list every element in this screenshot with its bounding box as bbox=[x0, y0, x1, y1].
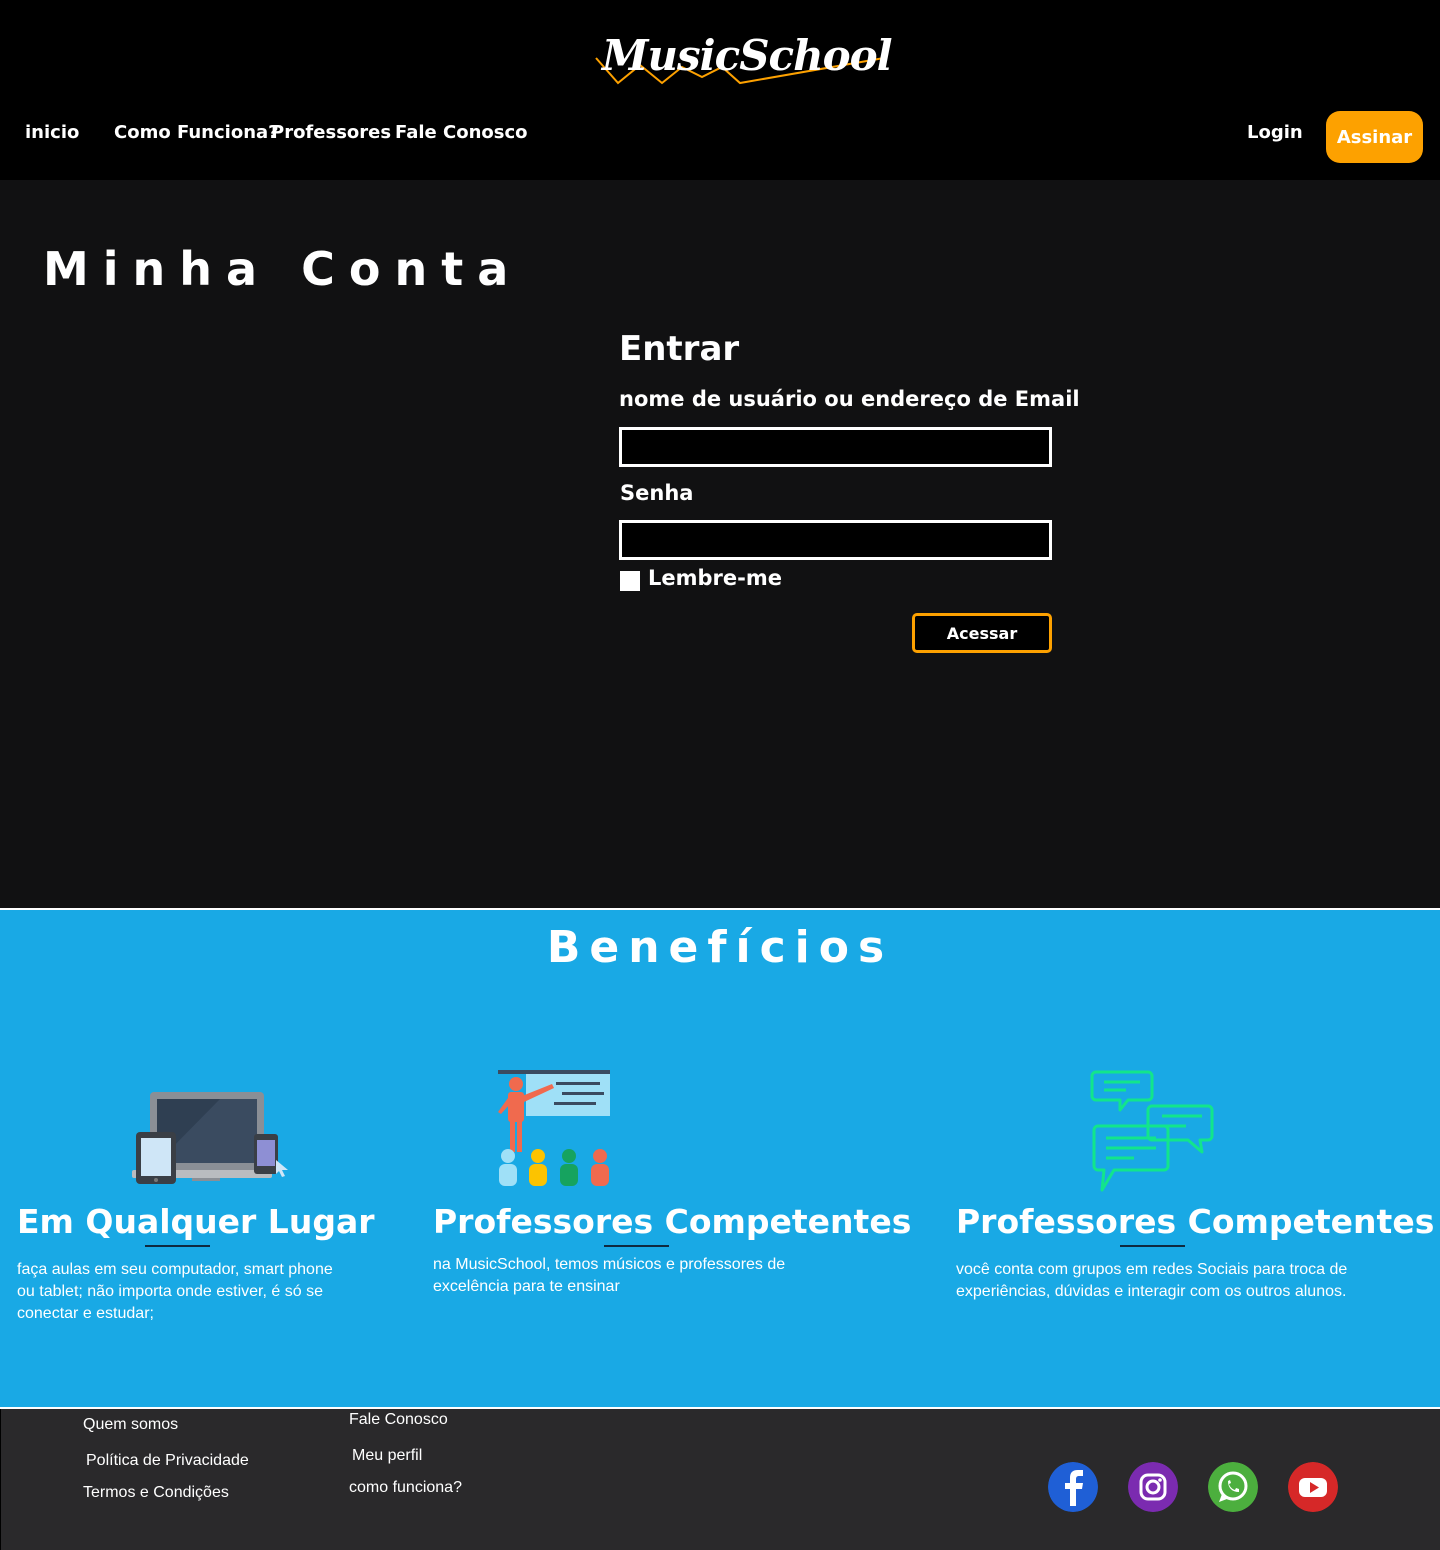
devices-icon bbox=[132, 1092, 288, 1184]
footer-link-quem-somos[interactable]: Quem somos bbox=[83, 1416, 178, 1434]
benefit-heading: Em Qualquer Lugar bbox=[17, 1202, 375, 1241]
benefit-text: você conta com grupos em redes Sociais p… bbox=[956, 1261, 1348, 1300]
subscribe-button[interactable]: Assinar bbox=[1326, 111, 1423, 163]
footer-link-privacidade[interactable]: Política de Privacidade bbox=[86, 1452, 249, 1470]
logo-text: MusicSchool bbox=[602, 31, 893, 80]
facebook-icon[interactable] bbox=[1048, 1462, 1098, 1512]
footer-link-meu-perfil[interactable]: Meu perfil bbox=[352, 1447, 422, 1465]
whatsapp-icon[interactable] bbox=[1208, 1462, 1258, 1512]
chat-bubbles-icon bbox=[1090, 1070, 1214, 1192]
nav-inicio[interactable]: inicio bbox=[25, 122, 79, 143]
username-input[interactable] bbox=[619, 427, 1052, 467]
benefit-heading: Professores Competentes bbox=[956, 1202, 1435, 1241]
benefits-title: Benefícios bbox=[546, 922, 894, 973]
password-input[interactable] bbox=[619, 520, 1052, 560]
nav-fale-conosco[interactable]: Fale Conosco bbox=[395, 122, 528, 143]
youtube-icon[interactable] bbox=[1288, 1462, 1338, 1512]
benefit-text: faça aulas em seu computador, smart phon… bbox=[17, 1261, 333, 1322]
username-label: nome de usuário ou endereço de Email bbox=[619, 387, 1080, 411]
benefit-heading: Professores Competentes bbox=[433, 1202, 912, 1241]
login-submit-button[interactable]: Acessar bbox=[912, 613, 1052, 653]
password-label: Senha bbox=[620, 481, 694, 505]
benefit-underline bbox=[1120, 1245, 1185, 1247]
nav-professores[interactable]: Professores bbox=[271, 122, 391, 143]
footer-link-fale-conosco[interactable]: Fale Conosco bbox=[349, 1411, 448, 1429]
instagram-icon[interactable] bbox=[1128, 1462, 1178, 1512]
benefit-underline bbox=[604, 1245, 669, 1247]
teacher-presentation-icon bbox=[498, 1070, 610, 1186]
page-title: Minha Conta bbox=[43, 242, 523, 296]
benefits-section: Benefícios Em Qualquer Lugar faça aulas … bbox=[0, 910, 1440, 1407]
site-header: MusicSchool inicio Como Funciona? Profes… bbox=[0, 0, 1440, 180]
nav-como-funciona[interactable]: Como Funciona? bbox=[114, 122, 279, 143]
login-link[interactable]: Login bbox=[1247, 122, 1303, 143]
remember-me-label[interactable]: Lembre-me bbox=[648, 566, 782, 590]
account-section: Minha Conta Entrar nome de usuário ou en… bbox=[0, 180, 1440, 908]
site-footer: Quem somos Política de Privacidade Termo… bbox=[0, 1409, 1440, 1550]
benefit-underline bbox=[145, 1245, 210, 1247]
benefit-text: na MusicSchool, temos músicos e professo… bbox=[433, 1256, 786, 1295]
login-form-title: Entrar bbox=[619, 329, 740, 369]
remember-me-checkbox[interactable] bbox=[620, 571, 640, 591]
footer-link-termos[interactable]: Termos e Condições bbox=[83, 1484, 229, 1502]
footer-link-como-funciona[interactable]: como funciona? bbox=[349, 1479, 462, 1497]
musicschool-logo[interactable]: MusicSchool bbox=[590, 25, 893, 95]
